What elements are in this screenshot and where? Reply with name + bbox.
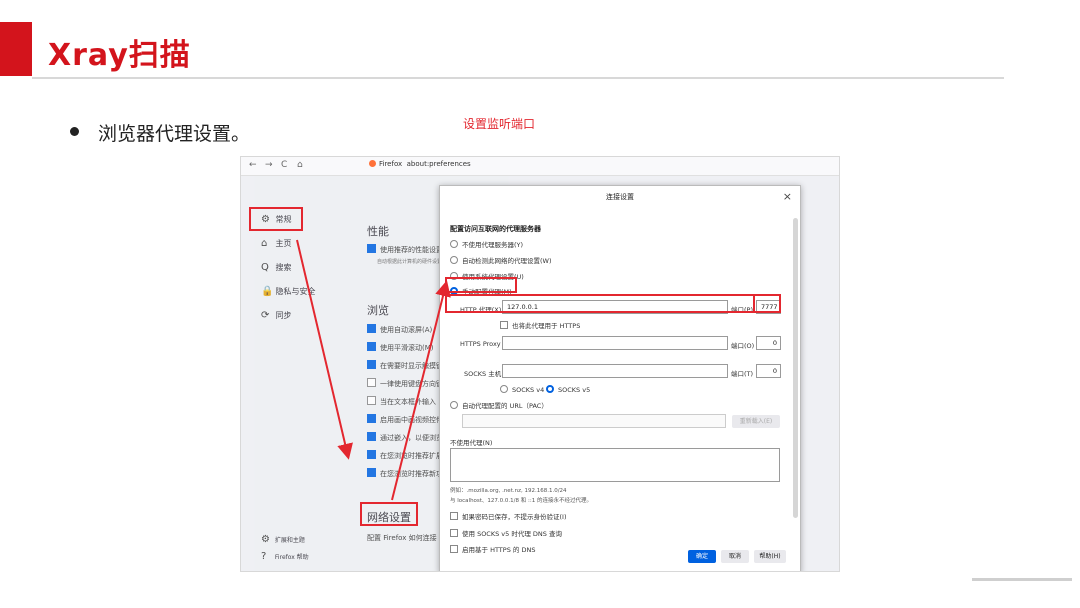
arrow-to-network	[296, 239, 353, 460]
annotation-arrows	[296, 239, 451, 501]
arrow-to-manual	[391, 280, 451, 501]
